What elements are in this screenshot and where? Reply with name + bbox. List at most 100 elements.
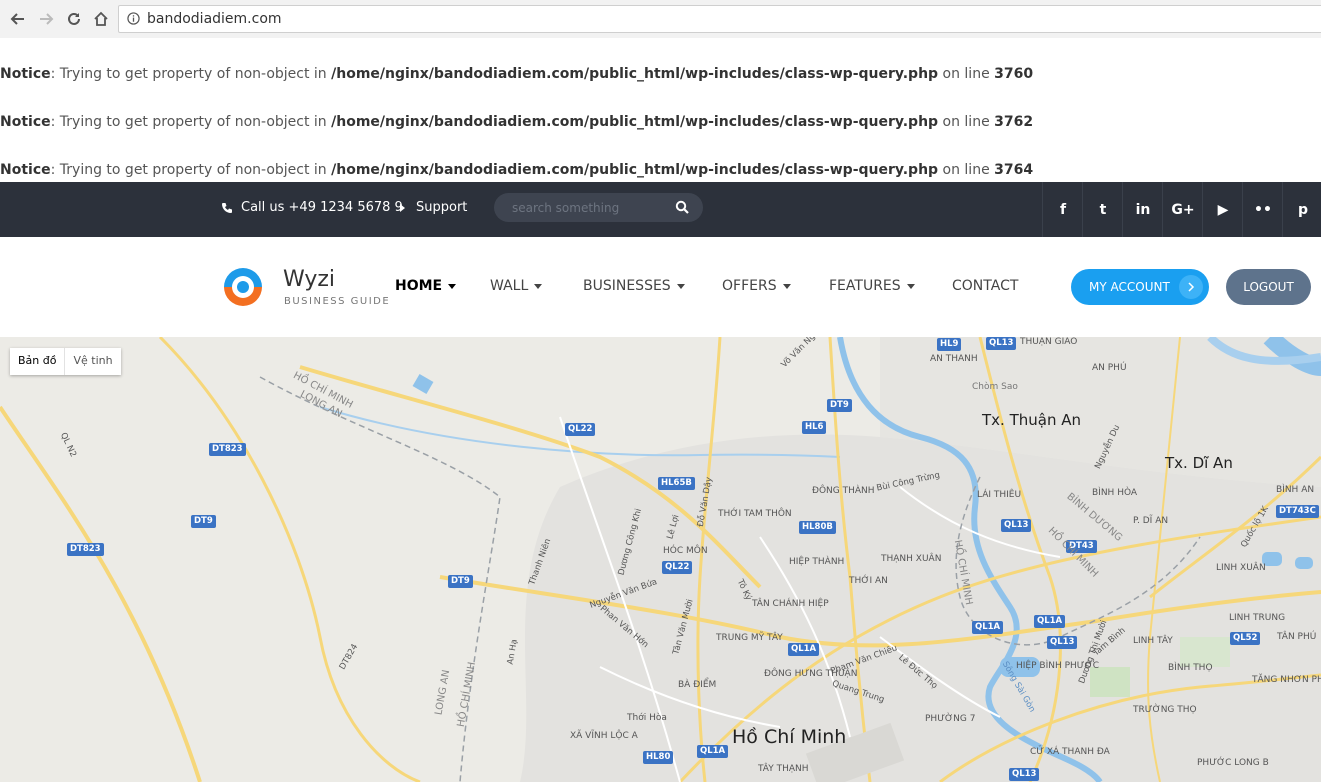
google-plus-link[interactable]: G+ xyxy=(1162,182,1203,237)
phone-link[interactable]: Call us +49 1234 5678 9 xyxy=(221,200,403,215)
menu-item-features[interactable]: FEATURES xyxy=(829,278,915,294)
home-button[interactable] xyxy=(91,9,111,29)
url-text: bandodiadiem.com xyxy=(147,11,282,27)
place-label: BÌNH HÒA xyxy=(1092,488,1138,498)
notice-path: /home/nginx/bandodiadiem.com/public_html… xyxy=(331,162,939,178)
place-label: LINH TÂY xyxy=(1133,636,1173,646)
map-type-map-button[interactable]: Bản đồ xyxy=(10,348,64,375)
arrow-left-icon xyxy=(10,13,24,25)
brand-name[interactable]: Wyzi xyxy=(283,267,335,292)
php-notices: Notice: Trying to get property of non-ob… xyxy=(0,38,1321,182)
support-text: Support xyxy=(416,200,468,215)
caret-down-icon xyxy=(448,283,457,289)
flickr-link[interactable]: •• xyxy=(1242,182,1283,237)
place-label: TRUNG MỸ TÂY xyxy=(716,633,783,643)
place-label: PHƯỚC LONG B xyxy=(1197,758,1269,768)
notice-line-number: 3760 xyxy=(994,66,1034,82)
place-label: HIỆP THÀNH xyxy=(789,557,845,567)
forward-button[interactable] xyxy=(36,9,56,29)
notice-label: Notice xyxy=(0,162,51,178)
place-label: AN THANH xyxy=(930,354,978,364)
menu-item-contact[interactable]: CONTACT xyxy=(952,278,1018,294)
menu-item-businesses[interactable]: BUSINESSES xyxy=(583,278,685,294)
menu-label: CONTACT xyxy=(952,278,1019,294)
logout-button[interactable]: LOGOUT xyxy=(1226,269,1311,305)
notice-text: : Trying to get property of non-object i… xyxy=(50,162,332,178)
menu-label: FEATURES xyxy=(829,278,901,294)
google-plus-icon: G+ xyxy=(1171,201,1195,218)
address-bar[interactable]: bandodiadiem.com xyxy=(118,5,1321,33)
home-icon xyxy=(94,11,108,26)
place-label: PHƯỜNG 7 xyxy=(925,714,976,724)
menu-item-offers[interactable]: OFFERS xyxy=(722,278,791,294)
place-label: THUẬN GIAO xyxy=(1020,337,1078,347)
place-label: THẠNH XUÂN xyxy=(881,554,942,564)
city-label: Tx. Dĩ An xyxy=(1165,454,1233,472)
linkedin-link[interactable]: in xyxy=(1122,182,1163,237)
wyzi-logo-icon[interactable] xyxy=(221,265,265,309)
place-label: LÁI THIÊU xyxy=(977,490,1022,500)
caret-down-icon xyxy=(906,283,915,289)
place-label: XÃ VĨNH LỘC A xyxy=(570,731,638,741)
place-label: ĐÔNG HƯNG THUẬN xyxy=(764,669,858,679)
road-shield: HL9 xyxy=(937,338,962,351)
place-label: AN PHÚ xyxy=(1092,363,1127,373)
road-shield: DT9 xyxy=(448,575,473,588)
notice-online: on line xyxy=(938,66,995,82)
road-shield: QL1A xyxy=(972,621,1004,634)
road-shield: QL22 xyxy=(662,561,693,574)
search-icon[interactable] xyxy=(675,200,689,214)
menu-label: HOME xyxy=(395,278,443,294)
pinterest-icon: p xyxy=(1297,201,1309,218)
road-shield: DT823 xyxy=(209,443,246,456)
menu-item-home[interactable]: HOME xyxy=(395,278,457,294)
road-shield: QL1A xyxy=(788,643,820,656)
browser-toolbar: bandodiadiem.com xyxy=(0,0,1321,39)
youtube-icon: ▶ xyxy=(1217,201,1229,218)
notice-line: Notice: Trying to get property of non-ob… xyxy=(0,114,1033,130)
place-label: ĐÔNG THÀNH xyxy=(812,486,875,496)
notice-text: : Trying to get property of non-object i… xyxy=(50,66,332,82)
top-bar: Call us +49 1234 5678 9 Support f t in G… xyxy=(0,182,1321,237)
twitter-link[interactable]: t xyxy=(1082,182,1123,237)
caret-down-icon xyxy=(534,283,543,289)
map-type-satellite-button[interactable]: Vệ tinh xyxy=(64,348,120,375)
menu-label: OFFERS xyxy=(722,278,777,294)
support-link[interactable]: Support xyxy=(396,200,467,215)
road-shield: HL6 xyxy=(802,421,827,434)
place-label: BÌNH THỌ xyxy=(1168,663,1213,673)
road-shield: DT9 xyxy=(827,399,852,412)
place-label: TRƯỜNG THỌ xyxy=(1133,705,1197,715)
pinterest-link[interactable]: p xyxy=(1282,182,1321,237)
place-label: BÌNH AN xyxy=(1276,485,1315,495)
map-view[interactable]: Bản đồ Vệ tinh Tx. Thuận An Tx. Dĩ An Hồ… xyxy=(0,337,1321,782)
road-shield: QL1A xyxy=(1034,615,1066,628)
youtube-link[interactable]: ▶ xyxy=(1202,182,1243,237)
notice-line: Notice: Trying to get property of non-ob… xyxy=(0,66,1033,82)
caret-down-icon xyxy=(782,283,791,289)
place-label: THỚI TAM THÔN xyxy=(718,509,792,519)
place-label: P. DĨ AN xyxy=(1133,516,1169,526)
info-icon[interactable] xyxy=(127,12,140,25)
phone-text: Call us +49 1234 5678 9 xyxy=(241,200,403,215)
place-label: Chòm Sao xyxy=(972,382,1018,392)
place-label: HÓC MÔN xyxy=(663,546,708,556)
road-shield: QL13 xyxy=(1047,636,1078,649)
my-account-button[interactable]: MY ACCOUNT xyxy=(1071,269,1209,305)
reload-icon xyxy=(68,12,80,25)
menu-item-wall[interactable]: WALL xyxy=(490,278,543,294)
back-button[interactable] xyxy=(8,9,28,29)
linkedin-icon: in xyxy=(1135,201,1151,218)
reload-button[interactable] xyxy=(64,9,84,29)
menu-label: BUSINESSES xyxy=(583,278,671,294)
place-label: HIỆP BÌNH PHƯỚC xyxy=(1016,661,1100,671)
facebook-link[interactable]: f xyxy=(1042,182,1083,237)
notice-path: /home/nginx/bandodiadiem.com/public_html… xyxy=(331,66,939,82)
menu-label: WALL xyxy=(490,278,529,294)
place-label: BÀ ĐIỂM xyxy=(678,680,717,690)
search-input[interactable] xyxy=(510,199,664,217)
road-shield: HL65B xyxy=(658,477,695,490)
notice-text: : Trying to get property of non-object i… xyxy=(50,114,332,130)
notice-line: Notice: Trying to get property of non-ob… xyxy=(0,162,1033,178)
facebook-icon: f xyxy=(1059,201,1067,218)
